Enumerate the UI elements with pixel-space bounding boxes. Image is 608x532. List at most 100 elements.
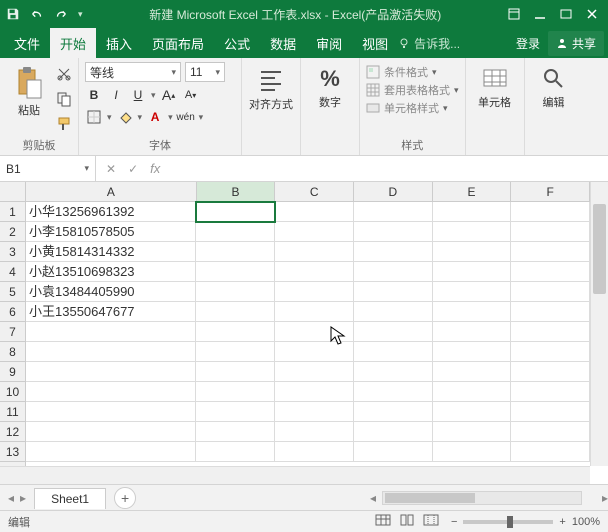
cell-styles-button[interactable]: 单元格样式▾ [366,100,459,116]
fx-icon[interactable]: fx [150,161,160,176]
cell-C1[interactable] [275,202,354,222]
horizontal-scrollbar[interactable] [382,491,582,505]
cell-F1[interactable] [511,202,590,222]
enter-formula-icon[interactable]: ✓ [128,162,138,176]
tab-insert[interactable]: 插入 [96,28,142,59]
cell-E10[interactable] [433,382,512,402]
cell-E2[interactable] [433,222,512,242]
cells-button[interactable]: 单元格 [472,62,518,110]
copy-icon[interactable] [56,91,72,110]
tab-review[interactable]: 审阅 [306,28,352,59]
cell-F9[interactable] [511,362,590,382]
cell-C4[interactable] [275,262,354,282]
view-page-break-icon[interactable] [423,514,439,529]
cell-F13[interactable] [511,442,590,462]
close-icon[interactable] [586,8,598,20]
tab-view[interactable]: 视图 [352,28,398,59]
formula-input[interactable] [170,156,608,181]
cell-F11[interactable] [511,402,590,422]
minimize-icon[interactable] [534,8,546,20]
column-header-A[interactable]: A [26,182,197,201]
column-header-F[interactable]: F [511,182,590,201]
paste-button[interactable]: 粘贴 [6,62,52,118]
cell-B2[interactable] [196,222,275,242]
login-button[interactable]: 登录 [508,31,548,56]
maximize-icon[interactable] [560,8,572,20]
tab-home[interactable]: 开始 [50,28,96,59]
bold-button[interactable]: B [85,86,103,104]
underline-button[interactable]: U [129,86,147,104]
fill-color-button[interactable] [116,108,134,126]
redo-icon[interactable] [54,7,68,21]
cell-A2[interactable]: 小李15810578505 [26,222,196,242]
zoom-slider[interactable] [463,520,553,524]
cell-A10[interactable] [26,382,196,402]
row-header-11[interactable]: 11 [0,402,25,422]
cell-F6[interactable] [511,302,590,322]
cell-B8[interactable] [196,342,275,362]
cell-D11[interactable] [354,402,433,422]
cell-F12[interactable] [511,422,590,442]
cell-B9[interactable] [196,362,275,382]
cell-C2[interactable] [275,222,354,242]
cell-D4[interactable] [354,262,433,282]
cell-D2[interactable] [354,222,433,242]
cell-A8[interactable] [26,342,196,362]
shrink-font-button[interactable]: A▾ [182,86,200,104]
cell-E6[interactable] [433,302,512,322]
cell-A6[interactable]: 小王13550647677 [26,302,196,322]
font-name-combo[interactable]: 等线▾ [85,62,181,82]
cell-D12[interactable] [354,422,433,442]
italic-button[interactable]: I [107,86,125,104]
format-painter-icon[interactable] [56,116,72,135]
row-header-9[interactable]: 9 [0,362,25,382]
cell-E9[interactable] [433,362,512,382]
hscroll-thumb[interactable] [385,493,475,503]
fill-color-more-icon[interactable]: ▾ [138,112,143,123]
cell-A4[interactable]: 小赵13510698323 [26,262,196,282]
sheet-next-icon[interactable]: ▸ [20,491,26,505]
tab-page-layout[interactable]: 页面布局 [142,28,214,59]
name-box-dropdown-icon[interactable]: ▾ [84,163,89,174]
phonetic-more-icon[interactable]: ▾ [199,112,204,123]
row-header-6[interactable]: 6 [0,302,25,322]
cells-area[interactable]: 小华13256961392小李15810578505小黄15814314332小… [26,202,590,466]
cell-B13[interactable] [196,442,275,462]
ribbon-options-icon[interactable] [508,8,520,20]
cell-E4[interactable] [433,262,512,282]
cell-C5[interactable] [275,282,354,302]
row-header-10[interactable]: 10 [0,382,25,402]
cell-C12[interactable] [275,422,354,442]
grow-font-button[interactable]: A▴ [160,86,178,104]
cell-A1[interactable]: 小华13256961392 [26,202,196,222]
cancel-formula-icon[interactable]: ✕ [106,162,116,176]
cell-E5[interactable] [433,282,512,302]
row-header-3[interactable]: 3 [0,242,25,262]
cell-C7[interactable] [275,322,354,342]
row-header-8[interactable]: 8 [0,342,25,362]
cell-E12[interactable] [433,422,512,442]
cell-B11[interactable] [196,402,275,422]
tab-data[interactable]: 数据 [260,28,306,59]
number-button[interactable]: % 数字 [307,62,353,110]
cell-C10[interactable] [275,382,354,402]
cell-D10[interactable] [354,382,433,402]
cell-D6[interactable] [354,302,433,322]
sheet-tab-active[interactable]: Sheet1 [34,488,106,509]
cell-B10[interactable] [196,382,275,402]
cell-F2[interactable] [511,222,590,242]
cell-B7[interactable] [196,322,275,342]
cell-A5[interactable]: 小袁13484405990 [26,282,196,302]
cell-D13[interactable] [354,442,433,462]
cell-D7[interactable] [354,322,433,342]
cell-B1[interactable] [196,202,275,222]
cell-A9[interactable] [26,362,196,382]
vscroll-thumb[interactable] [593,204,606,294]
cell-B3[interactable] [196,242,275,262]
select-all-corner[interactable] [0,182,26,202]
cell-F10[interactable] [511,382,590,402]
column-header-C[interactable]: C [275,182,354,201]
conditional-format-button[interactable]: 条件格式▾ [366,64,459,80]
zoom-knob[interactable] [507,516,513,528]
cell-B6[interactable] [196,302,275,322]
